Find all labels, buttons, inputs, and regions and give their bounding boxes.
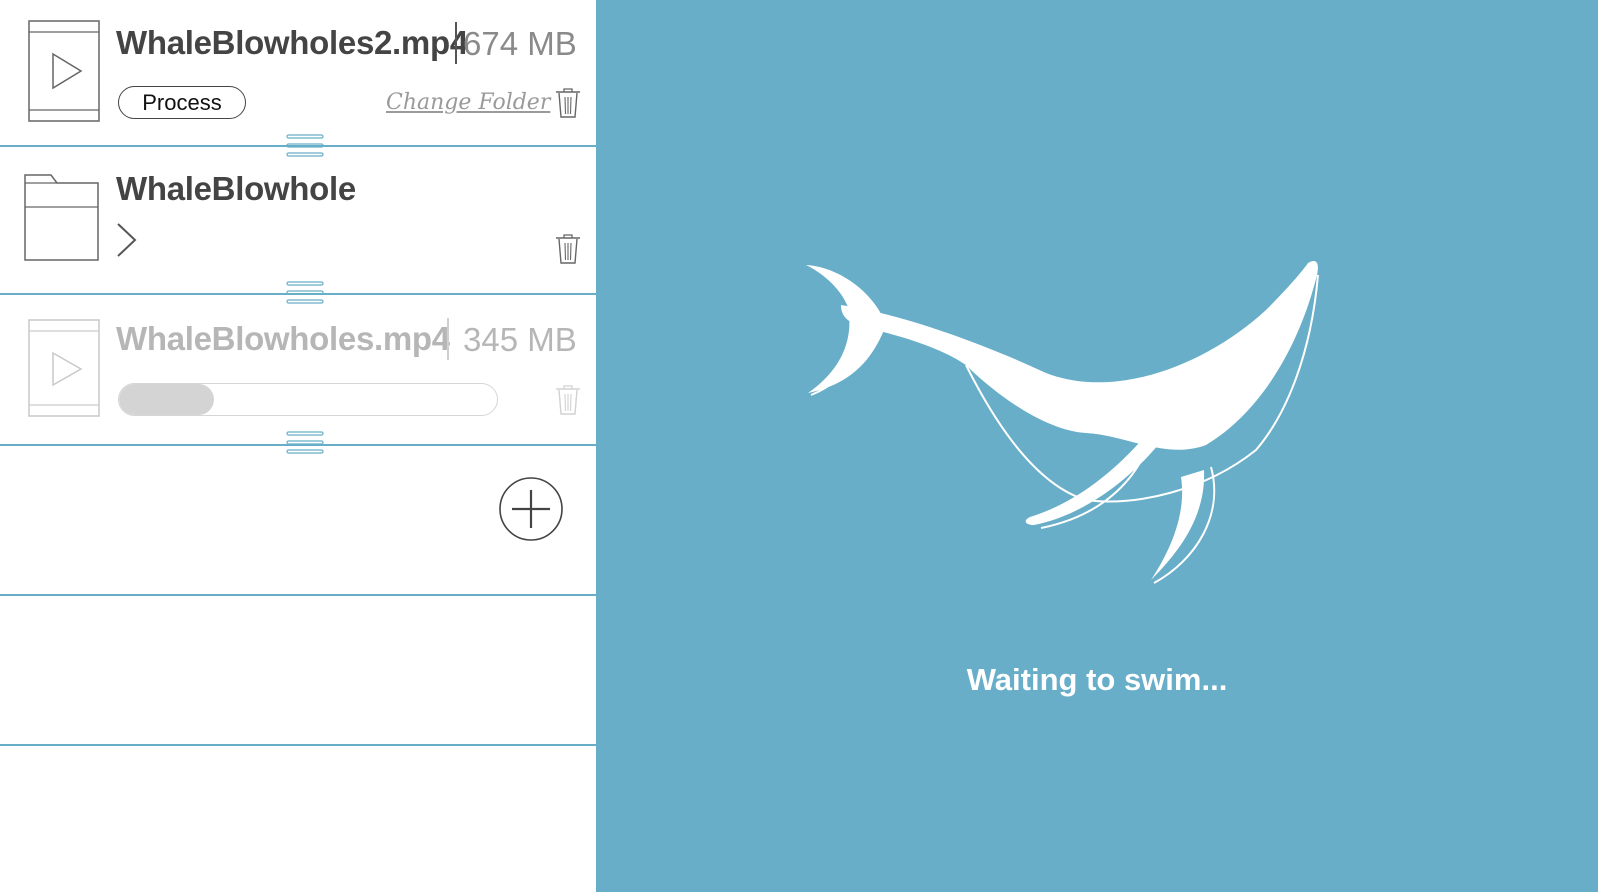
file-size: 345 MB bbox=[463, 321, 577, 358]
separator bbox=[455, 22, 457, 64]
folder-name: WhaleBlowhole bbox=[116, 170, 356, 207]
file-size: 674 MB bbox=[463, 25, 577, 62]
queue-item-video[interactable]: WhaleBlowholes2.mp4 674 MB Process Chang… bbox=[0, 0, 596, 146]
change-folder-link[interactable]: Change Folder bbox=[386, 90, 550, 115]
drag-handle[interactable] bbox=[286, 431, 324, 455]
trash-icon[interactable] bbox=[555, 233, 581, 265]
preview-panel: Waiting to swim... bbox=[596, 0, 1598, 892]
plus-circle-icon[interactable] bbox=[498, 476, 564, 542]
row-divider bbox=[0, 444, 596, 446]
status-message: Waiting to swim... bbox=[966, 662, 1228, 697]
separator bbox=[447, 318, 449, 360]
queue-panel: WhaleBlowholes2.mp4 674 MB Process Chang… bbox=[0, 0, 596, 892]
queue-item-folder[interactable]: WhaleBlowhole bbox=[0, 147, 596, 293]
video-file-icon bbox=[28, 20, 100, 122]
progress-fill bbox=[119, 384, 214, 415]
file-name: WhaleBlowholes2.mp4 bbox=[116, 24, 468, 61]
chevron-right-icon[interactable] bbox=[116, 222, 138, 258]
trash-icon[interactable] bbox=[555, 87, 581, 119]
whale-icon bbox=[806, 260, 1319, 584]
trash-icon[interactable] bbox=[555, 384, 581, 416]
queue-item-video-processing[interactable] bbox=[0, 295, 596, 445]
row-divider bbox=[0, 594, 596, 596]
folder-icon bbox=[24, 174, 99, 261]
video-file-icon bbox=[28, 319, 100, 417]
row-divider bbox=[0, 744, 596, 746]
process-button[interactable]: Process bbox=[118, 86, 246, 119]
file-name: WhaleBlowholes.mp4 bbox=[116, 320, 450, 357]
progress-bar bbox=[118, 383, 498, 416]
